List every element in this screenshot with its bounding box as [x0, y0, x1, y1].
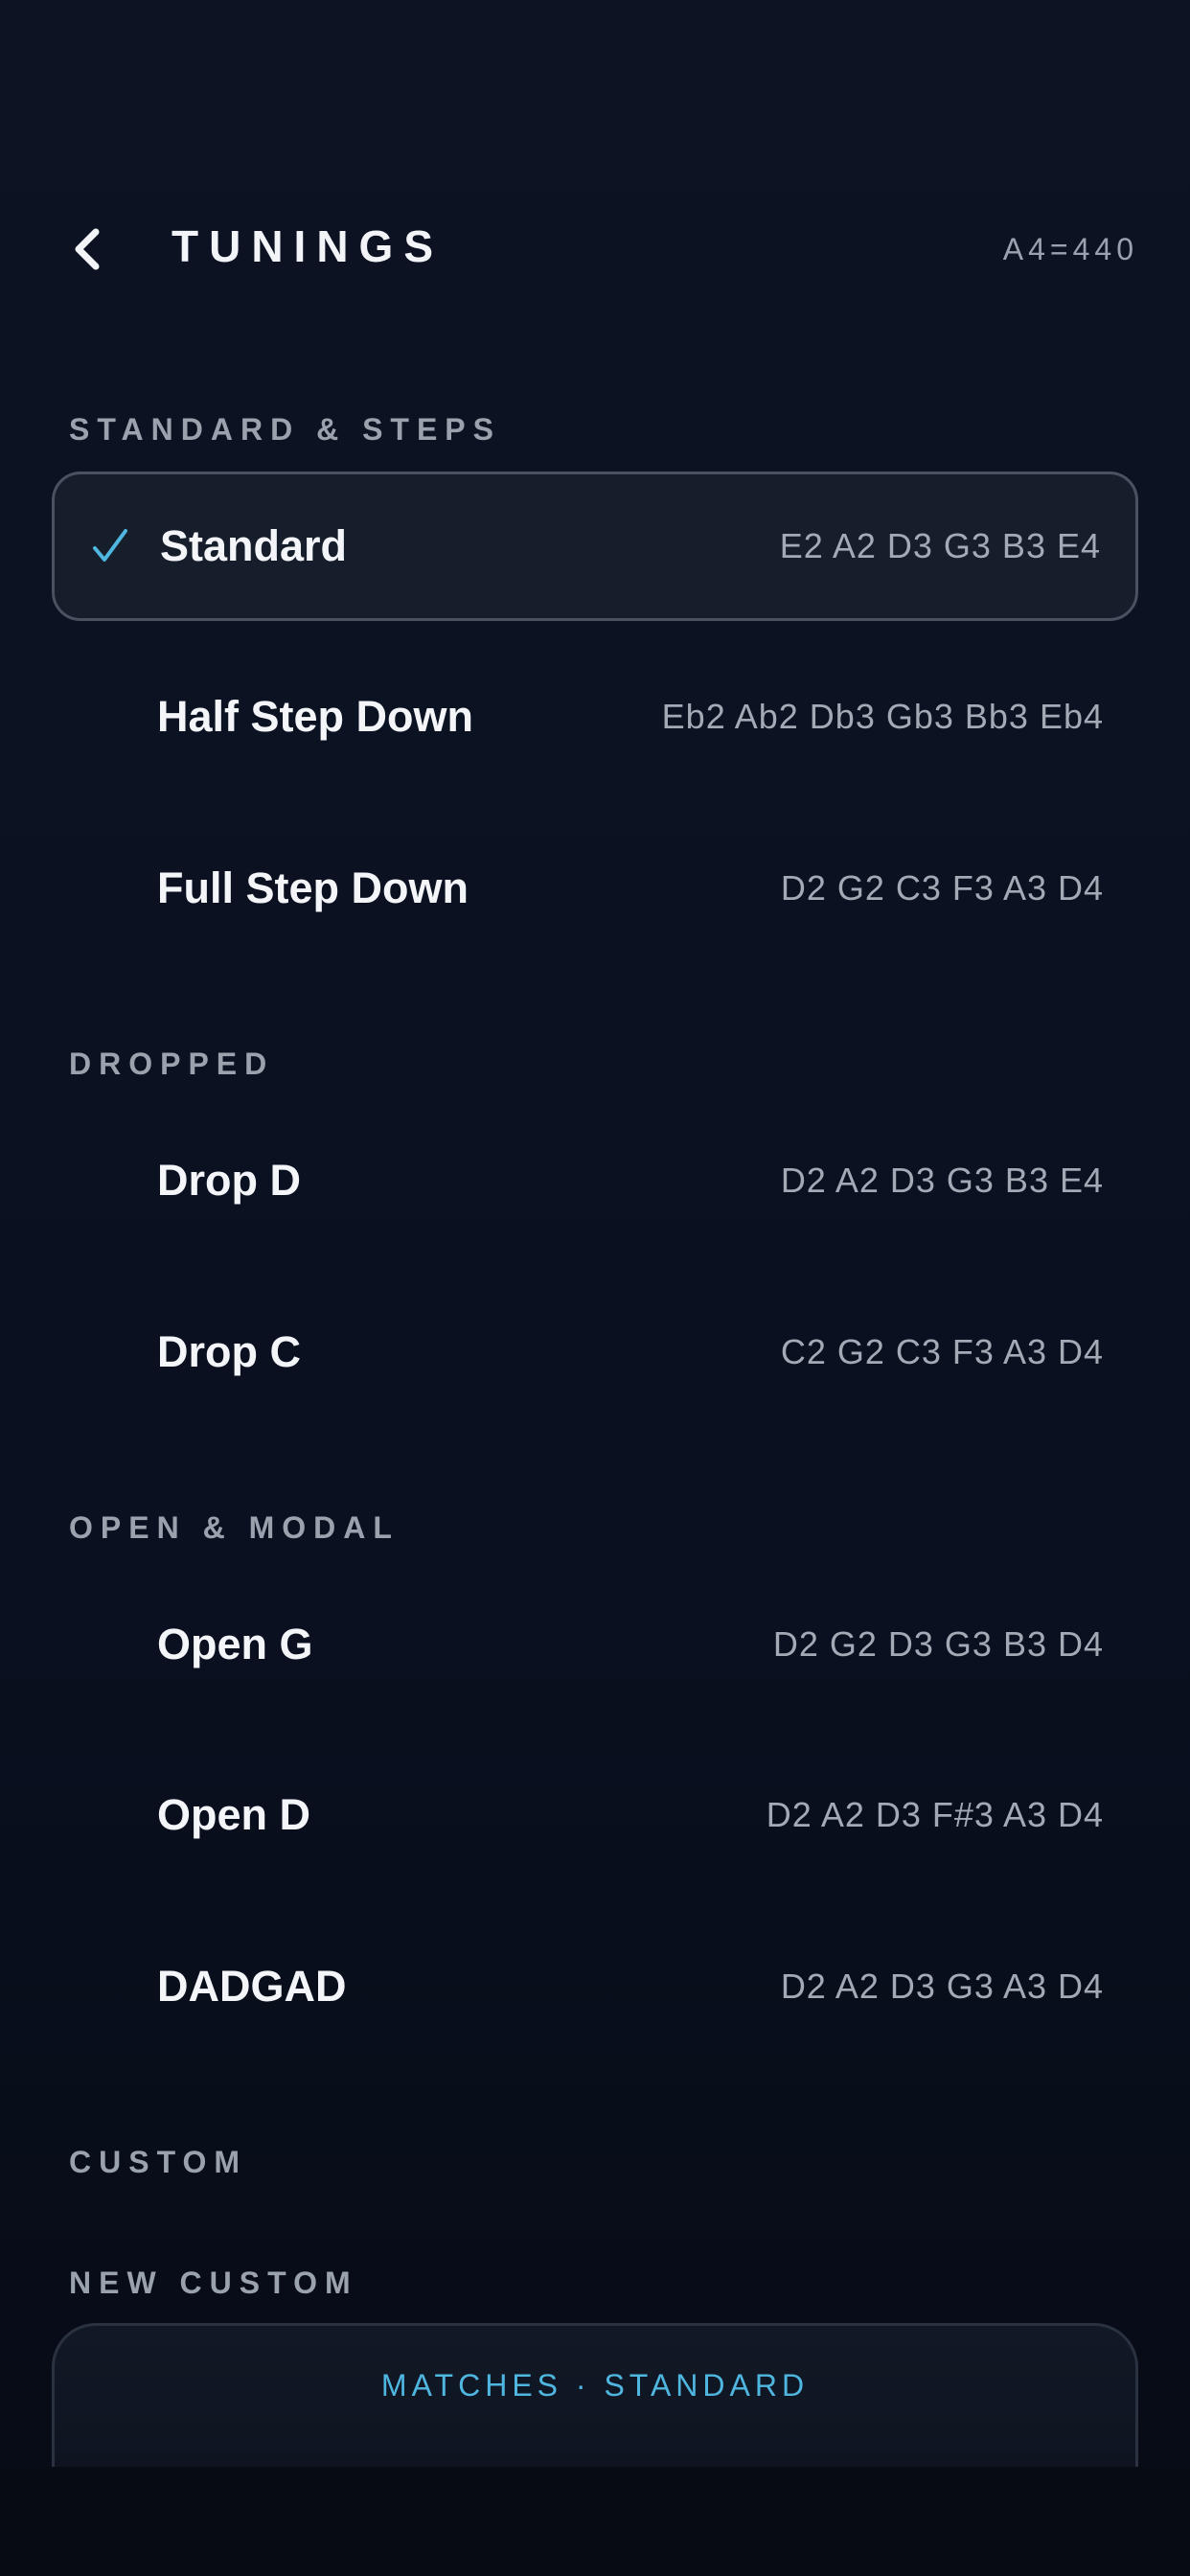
checkmark-icon [93, 529, 127, 562]
back-button[interactable] [61, 222, 115, 276]
tuning-notes: Eb2 Ab2 Db3 Gb3 Bb3 Eb4 [661, 697, 1104, 736]
bottom-fade [0, 2467, 1190, 2576]
section-label-open-modal: OPEN & MODAL [69, 1510, 400, 1545]
tuning-row-drop-c[interactable]: Drop C C2 G2 C3 F3 A3 D4 [52, 1277, 1138, 1427]
tuning-row-standard[interactable]: Standard E2 A2 D3 G3 B3 E4 [52, 472, 1138, 621]
tuning-notes: E2 A2 D3 G3 B3 E4 [779, 526, 1101, 565]
section-label-new-custom: NEW CUSTOM [69, 2266, 358, 2300]
tuning-row-drop-d[interactable]: Drop D D2 A2 D3 G3 B3 E4 [52, 1106, 1138, 1255]
match-status: MATCHES · STANDARD [380, 2368, 810, 2403]
tuning-notes: D2 G2 C3 F3 A3 D4 [780, 868, 1104, 908]
section-label-custom: CUSTOM [69, 2145, 248, 2179]
tuning-notes: C2 G2 C3 F3 A3 D4 [780, 1332, 1104, 1371]
tuning-name: Open D [157, 1790, 311, 1839]
tuning-notes: D2 A2 D3 G3 B3 E4 [780, 1161, 1104, 1200]
tuning-name: Standard [160, 521, 348, 570]
tuning-name: Full Step Down [157, 863, 469, 912]
tuning-name: Open G [157, 1620, 313, 1668]
tuning-name: Drop D [157, 1156, 301, 1205]
section-label-standard-steps: STANDARD & STEPS [69, 412, 501, 447]
tuning-row-half-step-down[interactable]: Half Step Down Eb2 Ab2 Db3 Gb3 Bb3 Eb4 [52, 642, 1138, 792]
tuning-notes: D2 A2 D3 G3 A3 D4 [780, 1966, 1104, 2006]
tuning-row-full-step-down[interactable]: Full Step Down D2 G2 C3 F3 A3 D4 [52, 814, 1138, 963]
reference-pitch[interactable]: A4=440 [1003, 232, 1138, 267]
tuning-name: Half Step Down [157, 692, 474, 741]
tuning-row-open-g[interactable]: Open G D2 G2 D3 G3 B3 D4 [52, 1570, 1138, 1719]
tuning-name: DADGAD [157, 1962, 347, 2011]
tuning-notes: D2 G2 D3 G3 B3 D4 [772, 1624, 1104, 1664]
tuning-row-dadgad[interactable]: DADGAD D2 A2 D3 G3 A3 D4 [52, 1912, 1138, 2061]
tuning-row-open-d[interactable]: Open D D2 A2 D3 F#3 A3 D4 [52, 1740, 1138, 1890]
tuning-notes: D2 A2 D3 F#3 A3 D4 [766, 1795, 1104, 1834]
section-label-dropped: DROPPED [69, 1046, 275, 1081]
page-title: TUNINGS [172, 221, 444, 271]
header: TUNINGS A4=440 [0, 205, 1190, 291]
tuning-name: Drop C [157, 1327, 301, 1376]
chevron-left-icon [75, 228, 100, 270]
